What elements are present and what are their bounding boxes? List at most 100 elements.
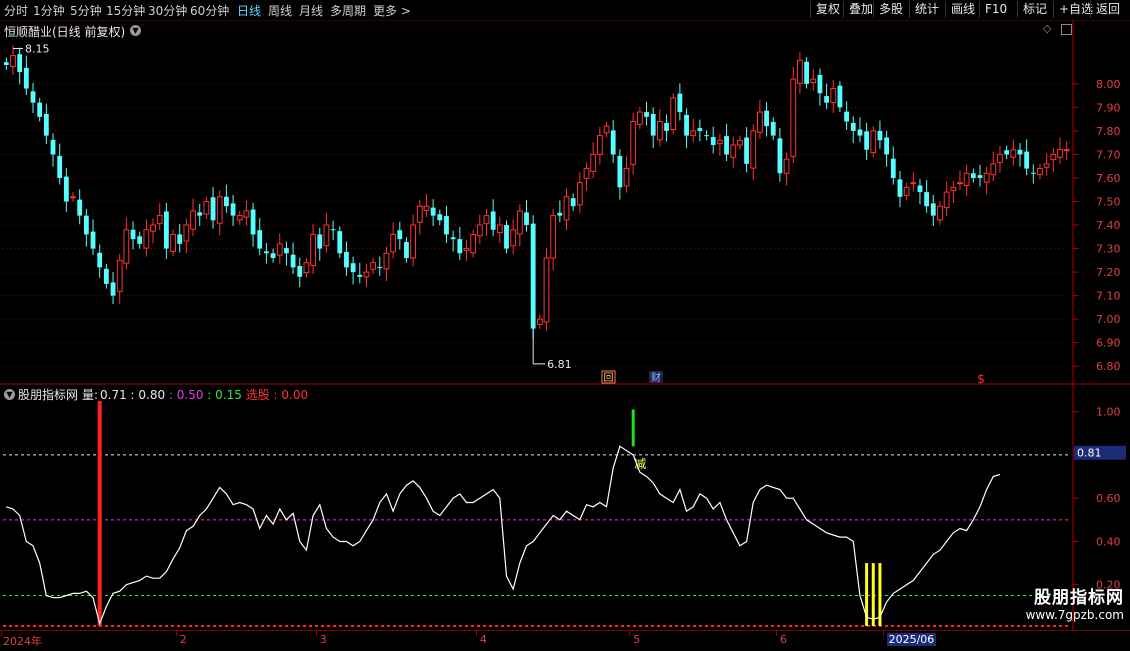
- candle-body-124: [830, 88, 837, 104]
- candle-body-26: [177, 234, 183, 244]
- candle-body-74: [496, 224, 503, 234]
- toolbar-button-0[interactable]: 复权: [810, 1, 845, 18]
- candle-body-82: [550, 215, 557, 259]
- candle-68: [457, 226, 463, 260]
- period-tab-2[interactable]: 5分钟: [70, 2, 102, 19]
- ind-tick-label-4: 1.00: [1096, 406, 1121, 419]
- candle-body-150: [1004, 150, 1010, 155]
- candle-126: [844, 101, 849, 130]
- candle-body-110: [736, 139, 743, 146]
- candle-74: [496, 216, 503, 243]
- candle-81: [543, 247, 550, 331]
- candle-124: [830, 80, 837, 114]
- candle-47: [317, 227, 323, 261]
- candle-80: [536, 314, 543, 330]
- candle-body-128: [857, 129, 863, 136]
- date-tick-3: [475, 631, 477, 636]
- period-tab-9[interactable]: 多周期: [330, 2, 366, 19]
- candle-135: [903, 182, 910, 201]
- candle-90: [603, 121, 610, 138]
- period-tab-4[interactable]: 30分钟: [148, 2, 187, 19]
- candle-131: [877, 120, 883, 149]
- candle-102: [684, 108, 689, 148]
- maximize-icon[interactable]: [1061, 24, 1072, 35]
- candle-body-158: [1057, 149, 1063, 158]
- candle-146: [977, 164, 983, 187]
- candle-147: [983, 166, 990, 195]
- candle-body-14: [97, 252, 103, 268]
- period-tab-8[interactable]: 月线: [299, 2, 323, 19]
- candle-158: [1057, 137, 1063, 164]
- date-tick-2: [315, 631, 317, 636]
- candle-body-81: [543, 257, 550, 323]
- candle-21: [143, 219, 150, 257]
- candle-152: [1017, 143, 1023, 167]
- toolbar-button-3[interactable]: 统计: [909, 1, 944, 18]
- candle-body-44: [297, 265, 303, 277]
- candle-body-4: [30, 91, 36, 103]
- candle-body-154: [1030, 172, 1036, 174]
- candle-86: [576, 172, 583, 214]
- candle-83: [557, 200, 563, 223]
- candle-body-101: [677, 93, 683, 113]
- period-tab-7[interactable]: 周线: [268, 2, 292, 19]
- candle-59: [397, 221, 403, 250]
- candle-142: [950, 180, 957, 203]
- candle-134: [897, 170, 903, 208]
- candle-body-108: [724, 136, 729, 155]
- toolbar-button-6[interactable]: 标记: [1017, 1, 1052, 18]
- period-tab-0[interactable]: 分时: [4, 2, 28, 19]
- candle-body-9: [63, 176, 69, 202]
- candle-body-17: [116, 259, 123, 292]
- candle-body-105: [704, 135, 709, 137]
- candle-body-157: [1050, 153, 1057, 161]
- toolbar-button-2[interactable]: 多股: [873, 1, 908, 18]
- candle-body-138: [924, 192, 930, 207]
- candle-body-83: [557, 212, 563, 216]
- candle-63: [423, 193, 430, 218]
- candle-body-119: [797, 59, 803, 84]
- candle-body-58: [390, 233, 397, 253]
- candle-32: [216, 190, 223, 236]
- candle-body-3: [23, 67, 29, 89]
- ind-tick-label-2: 0.60: [1096, 492, 1121, 505]
- candle-body-143: [957, 182, 963, 185]
- toolbar-button-5[interactable]: F10: [979, 1, 1012, 18]
- candle-body-153: [1024, 151, 1030, 169]
- candle-113: [757, 99, 763, 139]
- period-tab-10[interactable]: 更多 >: [373, 2, 411, 19]
- candle-22: [150, 218, 156, 244]
- candle-120: [804, 57, 809, 89]
- candle-body-38: [257, 230, 263, 249]
- candle-72: [483, 209, 490, 236]
- candle-88: [590, 142, 597, 178]
- current-value-badge: 0.81: [1077, 447, 1102, 460]
- candle-body-63: [423, 205, 430, 211]
- candle-body-42: [284, 248, 289, 254]
- candle-body-35: [236, 215, 243, 221]
- candle-body-27: [183, 224, 190, 242]
- period-tab-6[interactable]: 日线: [237, 2, 261, 19]
- candle-body-30: [203, 201, 210, 215]
- candle-155: [1037, 163, 1043, 180]
- candle-23: [156, 203, 163, 231]
- period-tab-1[interactable]: 1分钟: [33, 2, 65, 19]
- indicator-menu-icon[interactable]: ▼: [4, 389, 15, 400]
- candle-92: [617, 149, 623, 200]
- candle-body-55: [370, 262, 377, 270]
- candle-150: [1004, 145, 1010, 160]
- date-label-5: 6: [779, 633, 787, 646]
- candle-154: [1030, 164, 1036, 184]
- candle-117: [783, 152, 790, 186]
- candle-110: [736, 135, 743, 150]
- period-tab-3[interactable]: 15分钟: [106, 2, 145, 19]
- toolbar-button-4[interactable]: 画线: [945, 1, 980, 18]
- candle-128: [857, 117, 863, 143]
- toolbar-button-8[interactable]: 返回: [1090, 1, 1125, 18]
- candle-35: [236, 210, 243, 225]
- candle-24: [163, 202, 169, 259]
- diamond-icon[interactable]: ◇: [1043, 22, 1051, 35]
- chevron-down-icon[interactable]: ▼: [130, 25, 141, 36]
- candle-body-24: [163, 211, 169, 249]
- period-tab-5[interactable]: 60分钟: [190, 2, 229, 19]
